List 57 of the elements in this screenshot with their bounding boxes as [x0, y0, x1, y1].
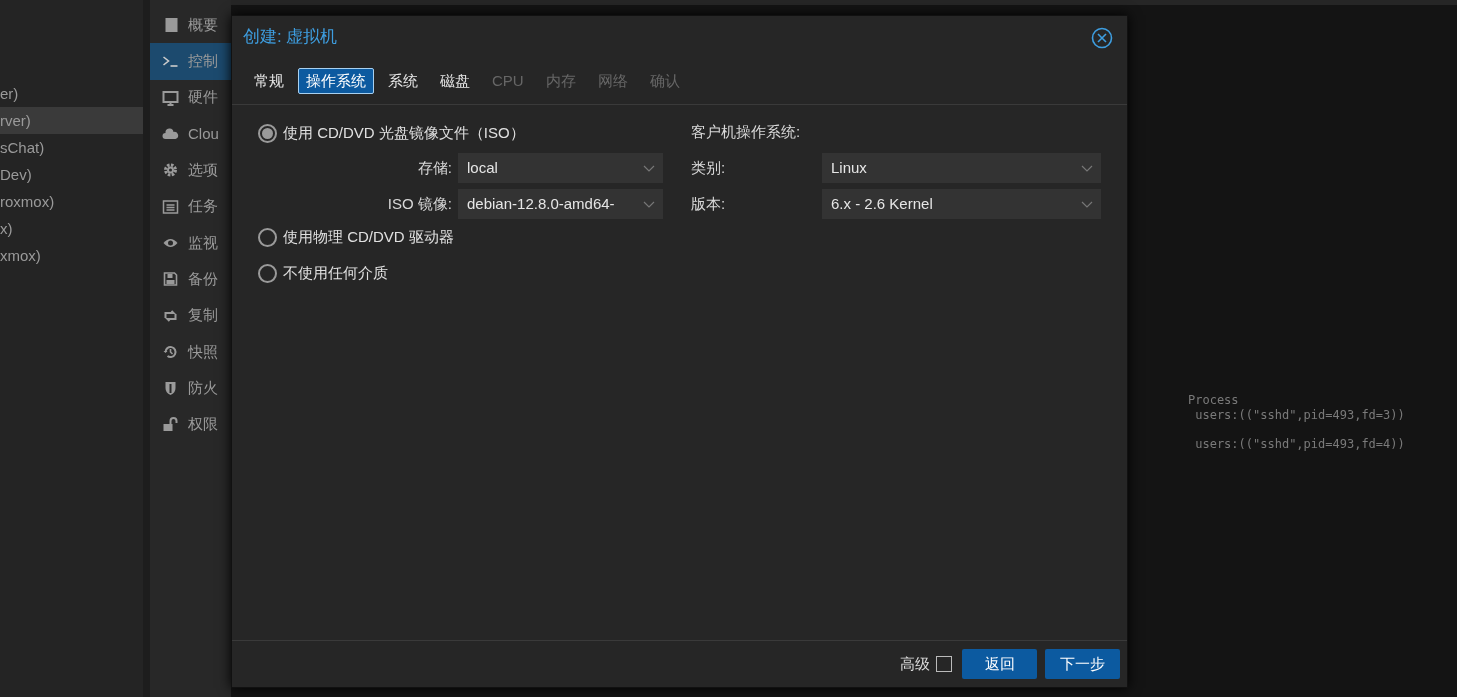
radio-button[interactable] [258, 227, 277, 247]
nav-item[interactable]: 控制 [150, 43, 231, 80]
nav-item[interactable]: 备份 [150, 261, 231, 298]
list-icon [162, 198, 179, 215]
tree-item[interactable]: er) [0, 80, 143, 107]
chevron-icon [1081, 164, 1093, 172]
nav-item[interactable]: Clou [150, 115, 231, 153]
field-label: 版本: [691, 193, 727, 214]
nav-item[interactable]: 概要 [150, 7, 231, 44]
field-label: 类别: [691, 157, 727, 178]
nav-item[interactable]: 防火 [150, 369, 231, 407]
back-button[interactable]: 返回 [962, 649, 1037, 679]
field-label: 存储: [416, 157, 453, 178]
radio-label[interactable]: 使用 CD/DVD 光盘镜像文件（ISO） [283, 121, 525, 145]
nav-item[interactable]: 任务 [150, 188, 231, 225]
dropdown-field[interactable]: local [458, 153, 663, 183]
radio-label[interactable]: 使用物理 CD/DVD 驱动器 [283, 225, 454, 249]
chevron-icon [643, 164, 655, 172]
radio-label[interactable]: 不使用任何介质 [283, 261, 388, 285]
dropdown-field[interactable]: debian-12.8.0-amd64- [458, 189, 663, 219]
checkbox-label: 高级 [900, 653, 930, 674]
unlock-icon [162, 416, 179, 433]
nav-item[interactable]: 权限 [150, 406, 231, 443]
dropdown-field[interactable]: 6.x - 2.6 Kernel [822, 189, 1101, 219]
console-line: users:(("sshd",pid=493,fd=3)) [1194, 407, 1405, 422]
dialog-title: 创建: 虚拟机 [243, 26, 338, 49]
console-line: Process [1188, 393, 1239, 408]
tab[interactable]: 常规 [246, 68, 292, 94]
history-icon [162, 343, 179, 360]
tab[interactable]: 磁盘 [432, 68, 478, 94]
radio-button[interactable] [258, 123, 277, 143]
next-button[interactable]: 下一步 [1045, 649, 1120, 679]
floppy-icon [162, 271, 179, 288]
tree-item[interactable]: roxmox) [0, 188, 143, 215]
tree-item[interactable]: x) [0, 215, 143, 242]
tree-item[interactable]: rver) [0, 107, 143, 134]
tab[interactable]: 操作系统 [298, 68, 374, 94]
chevron-icon [1081, 200, 1093, 208]
tree-item[interactable]: sChat) [0, 134, 143, 161]
field-label: ISO 镜像: [386, 193, 453, 214]
tab[interactable]: 系统 [380, 68, 426, 94]
nav-item[interactable]: 快照 [150, 333, 231, 370]
section-heading: 客户机操作系统: [691, 122, 802, 142]
tree-item[interactable]: xmox) [0, 242, 143, 269]
nav-item[interactable]: 选项 [150, 152, 231, 189]
monitor-icon [162, 89, 179, 106]
nav-item[interactable]: 硬件 [150, 79, 231, 116]
nav-item[interactable]: 复制 [150, 297, 231, 334]
checkbox[interactable] [936, 656, 952, 672]
close-button[interactable] [1091, 25, 1113, 49]
settings-icon [162, 162, 179, 179]
chevron-icon [643, 200, 655, 208]
dropdown-field[interactable]: Linux [822, 153, 1101, 183]
radio-button[interactable] [258, 263, 277, 283]
nav-item[interactable]: 监视 [150, 224, 231, 262]
tree-item[interactable]: Dev) [0, 161, 143, 188]
console-line: users:(("sshd",pid=493,fd=4)) [1194, 436, 1405, 451]
